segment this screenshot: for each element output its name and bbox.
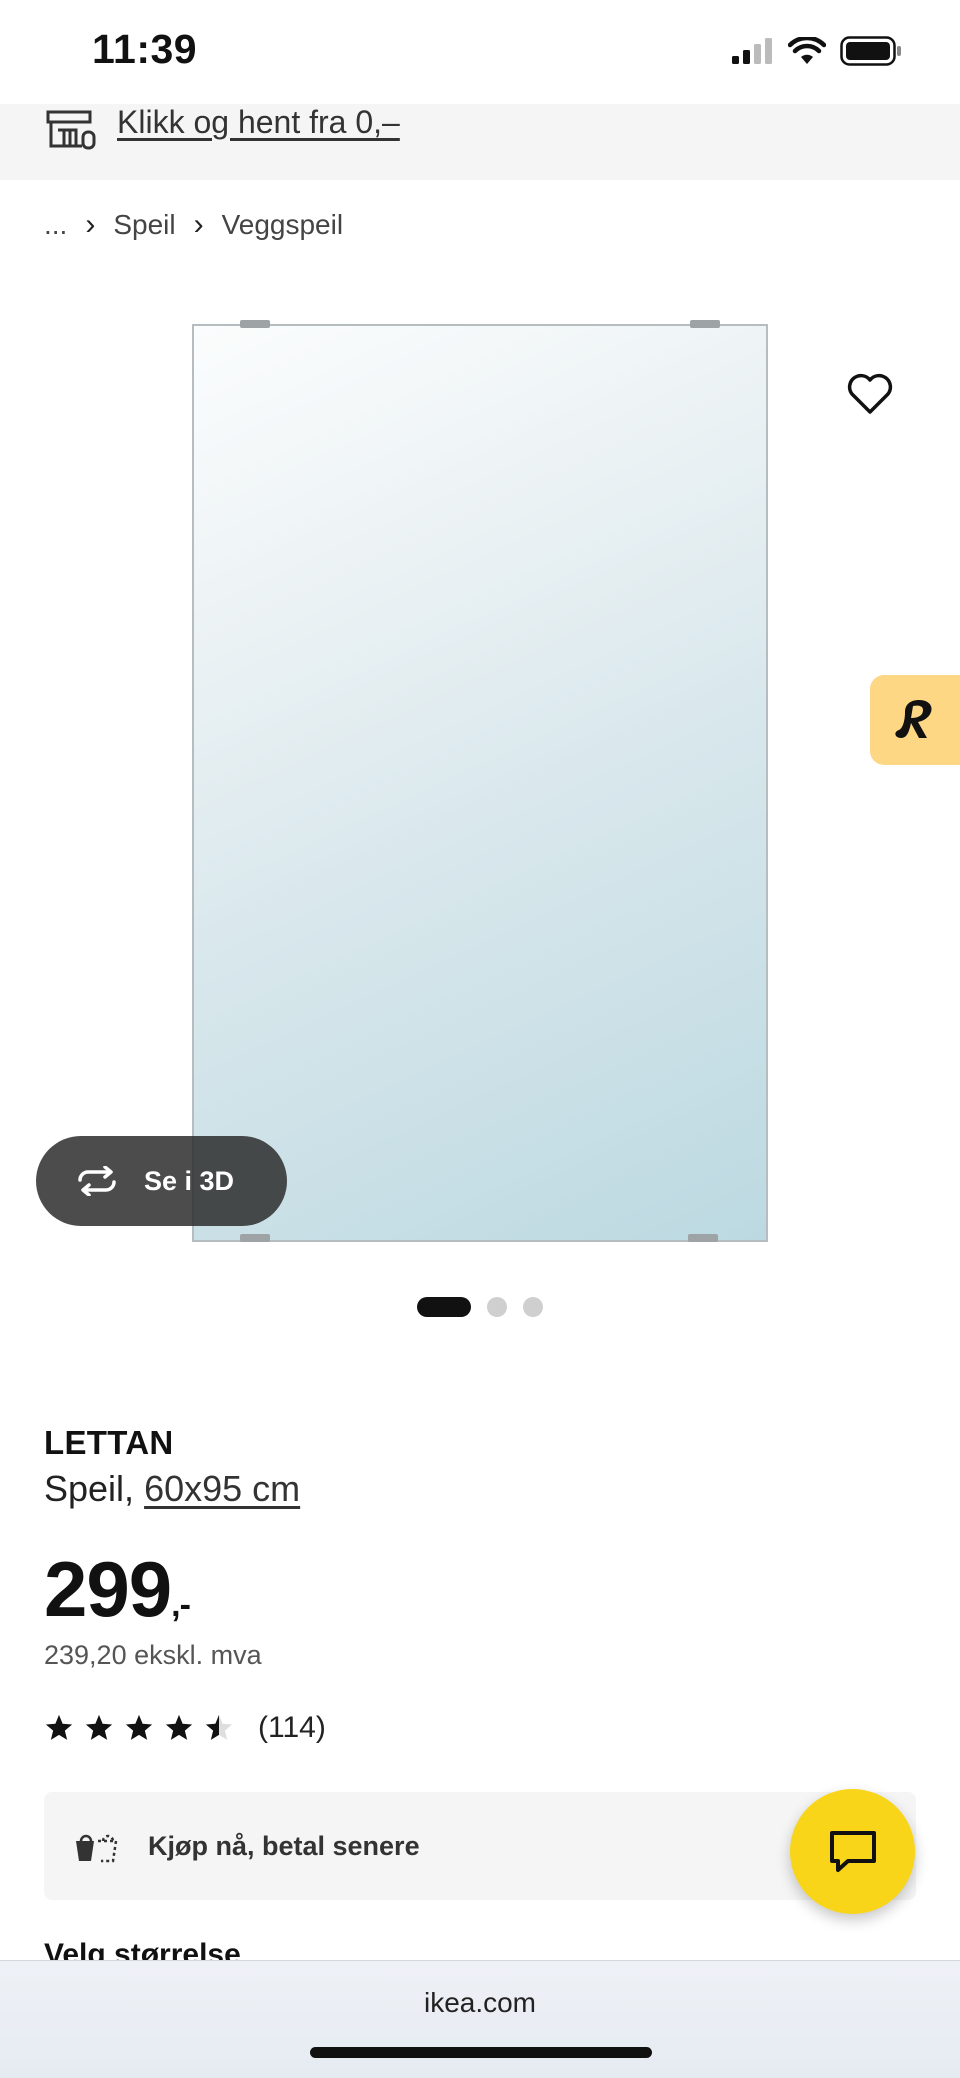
mirror-clip xyxy=(690,320,720,328)
r-badge-icon[interactable] xyxy=(870,675,960,765)
battery-icon xyxy=(840,36,901,66)
price-suffix: ,- xyxy=(171,1586,191,1624)
mirror-clip xyxy=(688,1234,718,1242)
star-icon xyxy=(45,1714,73,1740)
installments-icon xyxy=(76,1834,118,1863)
price-ex-vat: 239,20 ekskl. mva xyxy=(44,1640,262,1670)
star-icon xyxy=(165,1714,193,1740)
wifi-icon xyxy=(788,37,826,64)
browser-url[interactable]: ikea.com xyxy=(0,1987,960,2019)
breadcrumb-more[interactable]: ... xyxy=(44,209,67,241)
home-indicator[interactable] xyxy=(310,2047,652,2058)
chat-button[interactable] xyxy=(790,1789,915,1914)
mirror-clip xyxy=(240,320,270,328)
star-icon xyxy=(125,1714,153,1740)
gallery-dot[interactable] xyxy=(523,1297,543,1317)
view-3d-button[interactable]: Se i 3D xyxy=(36,1136,287,1226)
breadcrumb-veggspeil[interactable]: Veggspeil xyxy=(222,209,343,241)
r-logo-icon xyxy=(895,700,932,738)
gallery-dot[interactable] xyxy=(487,1297,507,1317)
mirror-clip xyxy=(240,1234,270,1242)
gallery-pagination xyxy=(417,1297,543,1317)
star-half-icon xyxy=(205,1714,233,1740)
review-count: (114) xyxy=(258,1711,326,1744)
rotate-icon xyxy=(78,1166,116,1196)
status-icons xyxy=(732,36,902,66)
buy-now-pay-later[interactable]: Kjøp nå, betal senere xyxy=(44,1792,916,1900)
signal-icon xyxy=(732,38,772,64)
bnpl-label: Kjøp nå, betal senere xyxy=(148,1830,420,1861)
gallery-dot[interactable] xyxy=(417,1297,471,1317)
rating[interactable]: (114) xyxy=(44,1711,326,1745)
product-price: 299,- xyxy=(44,1544,191,1635)
product-description: Speil, 60x95 cm xyxy=(44,1468,300,1510)
star-icon xyxy=(85,1714,113,1740)
favorite-heart-icon[interactable] xyxy=(846,372,894,416)
chat-bubble-icon xyxy=(829,1830,876,1872)
status-time: 11:39 xyxy=(92,26,198,72)
view-3d-label: Se i 3D xyxy=(144,1165,235,1196)
chevron-right-icon: › xyxy=(193,208,204,241)
browser-url-bar[interactable] xyxy=(0,1960,960,2078)
mirror-illustration xyxy=(192,324,768,1242)
product-image[interactable] xyxy=(190,318,770,1244)
chevron-right-icon: › xyxy=(85,208,96,241)
store-icon xyxy=(46,110,96,150)
product-type: Speil, xyxy=(44,1468,135,1509)
price-main: 299 xyxy=(44,1545,172,1633)
breadcrumb: ... › Speil › Veggspeil xyxy=(44,208,343,242)
click-collect-link[interactable]: Klikk og hent fra 0,– xyxy=(117,104,400,141)
product-size-link[interactable]: 60x95 cm xyxy=(144,1468,300,1509)
product-name: LETTAN xyxy=(44,1424,174,1461)
breadcrumb-speil[interactable]: Speil xyxy=(113,209,175,241)
